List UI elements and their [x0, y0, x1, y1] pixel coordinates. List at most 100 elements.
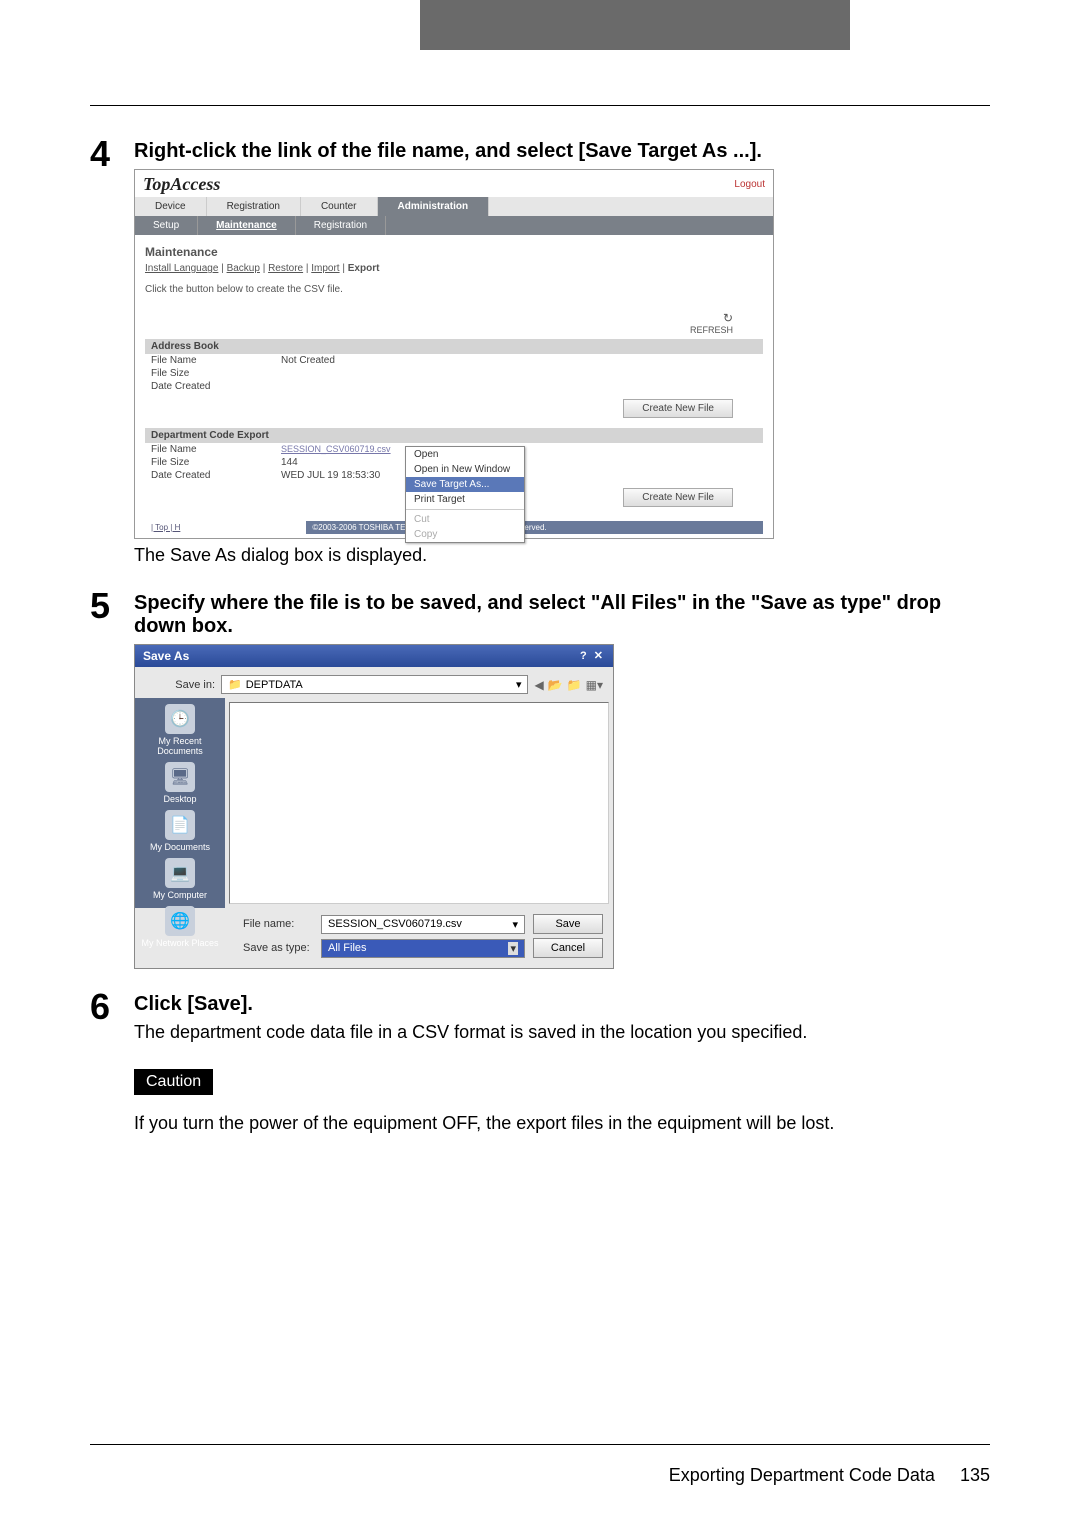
place-mycomputer[interactable]: 💻 My Computer [135, 858, 225, 900]
tab-administration[interactable]: Administration [378, 197, 490, 216]
step-6: 6 Click [Save]. The department code data… [90, 989, 990, 1134]
table-row: File Name Not Created [145, 354, 763, 367]
footer-top-link[interactable]: | Top | H [145, 521, 186, 534]
back-icon[interactable]: ◀ [534, 678, 543, 692]
ctx-cut: Cut [406, 512, 524, 527]
caution-text: If you turn the power of the equipment O… [134, 1113, 990, 1134]
topaccess-logo: TopAccess [143, 174, 220, 195]
ctx-open-new[interactable]: Open in New Window [406, 462, 524, 477]
footer-copyright: ©2003-2006 TOSHIBA TEC CORPORATION All R… [306, 521, 763, 534]
page-content: 4 Right-click the link of the file name,… [90, 105, 990, 1144]
subtab-registration[interactable]: Registration [296, 216, 386, 235]
file-list-area[interactable] [229, 702, 609, 904]
refresh-label[interactable]: REFRESH [690, 325, 733, 335]
sub-tabs: Setup Maintenance Registration [135, 216, 773, 235]
dialog-title: Save As [143, 649, 189, 663]
section-title: Maintenance [145, 245, 763, 259]
step-6-text: The department code data file in a CSV f… [134, 1022, 990, 1043]
link-export[interactable]: Export [348, 263, 380, 274]
tab-registration[interactable]: Registration [207, 197, 301, 216]
row-label: File Size [151, 457, 281, 468]
step-5-title: Specify where the file is to be saved, a… [134, 592, 990, 638]
cancel-button[interactable]: Cancel [533, 938, 603, 958]
filename-input[interactable]: SESSION_CSV060719.csv ▾ [321, 915, 525, 934]
caution-label: Caution [134, 1069, 213, 1095]
refresh-icon[interactable]: ↻ [723, 311, 733, 325]
dialog-title-buttons[interactable]: ? ✕ [580, 649, 605, 663]
up-icon[interactable]: 📂 [548, 678, 563, 692]
folder-icon: 📁 [228, 679, 242, 691]
place-desktop[interactable]: 🖥 Desktop [135, 762, 225, 804]
main-tabs: Device Registration Counter Administrati… [135, 197, 773, 216]
subtab-setup[interactable]: Setup [135, 216, 198, 235]
footer-text: Exporting Department Code Data [669, 1465, 935, 1485]
table-row: File Size [145, 367, 763, 380]
context-menu: Open Open in New Window Save Target As..… [405, 446, 525, 543]
chevron-down-icon: ▾ [512, 918, 518, 931]
page-footer: Exporting Department Code Data 135 [90, 1444, 990, 1486]
row-label: Date Created [151, 470, 281, 481]
maintenance-links: Install Language | Backup | Restore | Im… [145, 263, 763, 274]
row-value [281, 381, 757, 392]
ctx-print-target[interactable]: Print Target [406, 492, 524, 507]
savein-dropdown[interactable]: 📁 DEPTDATA ▾ [221, 675, 528, 694]
table-row: Date Created [145, 380, 763, 393]
addressbook-header: Address Book [145, 339, 763, 354]
saveastype-label: Save as type: [243, 942, 313, 954]
saveas-dialog: Save As ? ✕ Save in: 📁 DEPTDATA ▾ ◀ 📂 📁 ▦… [134, 644, 614, 969]
step-4-title: Right-click the link of the file name, a… [134, 140, 990, 163]
topaccess-screenshot: TopAccess Logout Device Registration Cou… [134, 169, 774, 539]
row-label: File Name [151, 355, 281, 366]
create-new-file-button[interactable]: Create New File [623, 399, 733, 418]
step-number: 5 [90, 588, 134, 979]
ctx-save-target-as[interactable]: Save Target As... [406, 477, 524, 492]
deptcode-header: Department Code Export [145, 428, 763, 443]
subtab-maintenance[interactable]: Maintenance [198, 216, 296, 235]
filename-label: File name: [243, 918, 313, 930]
views-icon[interactable]: ▦▾ [586, 678, 603, 692]
link-install-language[interactable]: Install Language [145, 263, 218, 274]
tab-counter[interactable]: Counter [301, 197, 378, 216]
top-dark-bar [420, 0, 850, 50]
filename-link[interactable]: SESSION_CSV060719.csv [281, 444, 391, 454]
place-network[interactable]: 🌐 My Network Places [135, 906, 225, 948]
row-label: File Size [151, 368, 281, 379]
savein-label: Save in: [145, 679, 215, 691]
places-bar: 🕒 My Recent Documents 🖥 Desktop 📄 My Doc… [135, 698, 225, 908]
row-label: Date Created [151, 381, 281, 392]
step-5: 5 Specify where the file is to be saved,… [90, 588, 990, 979]
chevron-down-icon: ▾ [508, 942, 518, 955]
row-value [281, 368, 757, 379]
ctx-open[interactable]: Open [406, 447, 524, 462]
saveastype-dropdown[interactable]: All Files ▾ [321, 939, 525, 958]
tab-device[interactable]: Device [135, 197, 207, 216]
step-number: 4 [90, 136, 134, 578]
recent-icon: 🕒 [165, 704, 195, 734]
place-recent[interactable]: 🕒 My Recent Documents [135, 704, 225, 756]
savein-value: DEPTDATA [246, 679, 303, 691]
dialog-titlebar: Save As ? ✕ [135, 645, 613, 667]
link-import[interactable]: Import [311, 263, 339, 274]
create-new-file-button[interactable]: Create New File [623, 488, 733, 507]
step-4-aftertext: The Save As dialog box is displayed. [134, 545, 990, 566]
refresh-area: ↻ REFRESH [145, 311, 763, 335]
desktop-icon: 🖥 [165, 762, 195, 792]
ctx-copy: Copy [406, 527, 524, 542]
instruction-text: Click the button below to create the CSV… [145, 284, 763, 295]
computer-icon: 💻 [165, 858, 195, 888]
step-6-title: Click [Save]. [134, 993, 990, 1016]
logout-link[interactable]: Logout [734, 179, 765, 190]
place-mydocs[interactable]: 📄 My Documents [135, 810, 225, 852]
chevron-down-icon: ▾ [516, 678, 522, 691]
documents-icon: 📄 [165, 810, 195, 840]
link-backup[interactable]: Backup [227, 263, 260, 274]
save-button[interactable]: Save [533, 914, 603, 934]
newfolder-icon[interactable]: 📁 [567, 678, 582, 692]
dialog-toolbar: ◀ 📂 📁 ▦▾ [534, 678, 603, 692]
row-label: File Name [151, 444, 281, 455]
step-4: 4 Right-click the link of the file name,… [90, 136, 990, 578]
page-number: 135 [960, 1465, 990, 1485]
step-number: 6 [90, 989, 134, 1134]
network-icon: 🌐 [165, 906, 195, 936]
link-restore[interactable]: Restore [268, 263, 303, 274]
